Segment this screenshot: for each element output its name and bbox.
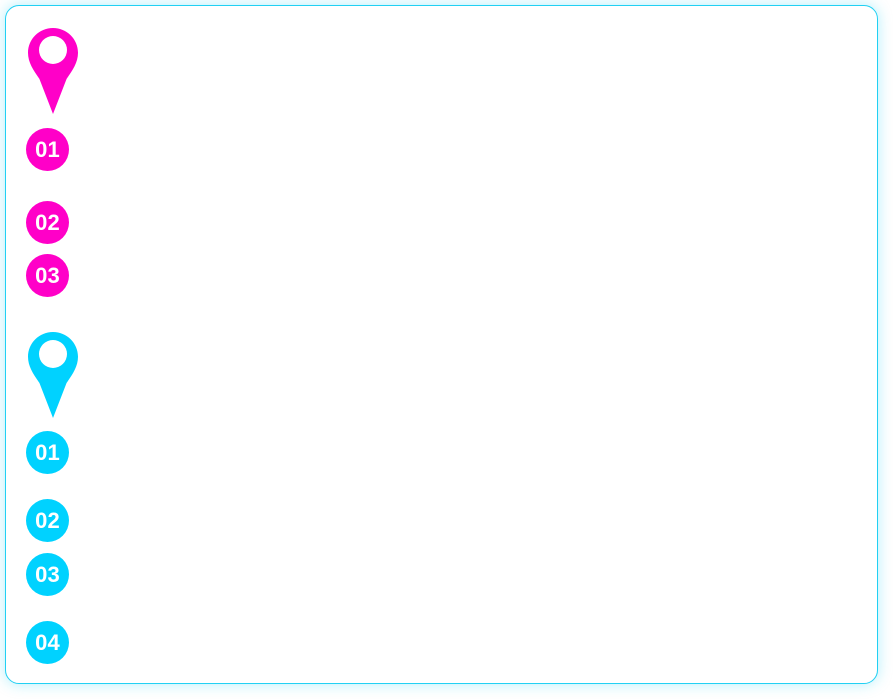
cyan-marker-group: 01 02 03 04 — [6, 6, 877, 683]
cyan-badge-3: 03 — [26, 553, 69, 596]
magenta-badge-3: 03 — [26, 254, 69, 297]
map-marker-legend-card: 01 02 03 01 02 03 04 — [5, 5, 878, 684]
cyan-badge-2: 02 — [26, 499, 69, 542]
magenta-badge-2: 02 — [26, 201, 69, 244]
magenta-location-pin-icon — [28, 28, 78, 114]
cyan-badge-4: 04 — [26, 621, 69, 664]
cyan-badge-1: 01 — [26, 431, 69, 474]
magenta-badge-1: 01 — [26, 128, 69, 171]
cyan-location-pin-icon — [28, 332, 78, 418]
magenta-marker-group: 01 02 03 — [6, 6, 877, 683]
